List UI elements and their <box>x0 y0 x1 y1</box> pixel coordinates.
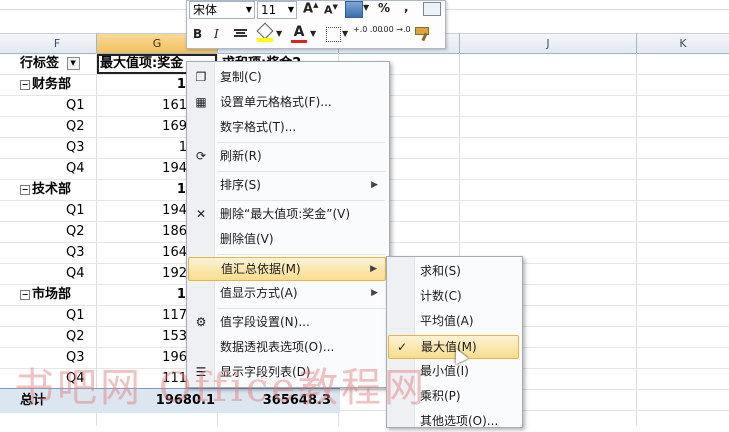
submenu-item[interactable]: 其他选项(O)... <box>388 410 519 432</box>
watermark: 书吧网 Office教程网 <box>14 365 427 411</box>
copy-icon: ❐ <box>195 70 207 84</box>
quarter-g-value[interactable]: 192 <box>97 264 187 284</box>
menu-separator <box>217 254 385 255</box>
quarter-g-value[interactable]: 186 <box>97 222 187 242</box>
field-settings-icon: ⚙ <box>195 315 207 329</box>
quarter-g-value[interactable]: 169 <box>97 117 187 137</box>
fill-color-icon[interactable] <box>256 22 274 42</box>
collapse-icon[interactable]: − <box>20 289 30 300</box>
format-painter-icon[interactable] <box>413 25 433 42</box>
quarter-g-value[interactable]: 194 <box>97 201 187 221</box>
chevron-down-icon[interactable]: ▼ <box>342 29 348 38</box>
shrink-font-button[interactable]: A▼ <box>324 3 338 17</box>
font-name-box[interactable]: 宋体 ▼ <box>189 1 255 19</box>
quarter-label[interactable]: Q4 <box>66 159 85 179</box>
menu-item[interactable]: 值显示方式(A) ▶ <box>188 282 386 304</box>
quarter-label[interactable]: Q3 <box>66 138 85 158</box>
grow-font-button[interactable]: A▲ <box>303 1 318 16</box>
menu-item[interactable]: 排序(S) ▶ <box>188 174 386 196</box>
submenu-arrow-icon: ▶ <box>371 288 378 298</box>
quarter-g-value[interactable]: 117 <box>97 306 187 326</box>
submenu-arrow-icon: ▶ <box>371 180 378 190</box>
filter-dropdown-icon[interactable]: ▼ <box>66 57 80 70</box>
menu-separator <box>217 171 385 172</box>
borders-icon[interactable] <box>326 27 341 42</box>
checkmark-icon: ✓ <box>396 340 408 354</box>
font-color-icon[interactable]: A <box>291 24 307 43</box>
merge-cells-icon[interactable] <box>423 2 441 16</box>
quarter-g-value[interactable]: 153 <box>97 327 187 347</box>
column-header-k[interactable]: K <box>637 34 729 53</box>
menu-item[interactable]: ⚙ 值字段设置(N)... <box>188 311 386 333</box>
row-label-header[interactable]: 行标签 ▼ <box>20 54 96 74</box>
quarter-g-value[interactable]: 164 <box>97 243 187 263</box>
percent-button[interactable]: % <box>378 1 390 15</box>
submenu-item[interactable]: 平均值(A) <box>388 310 519 332</box>
menu-separator <box>217 200 385 201</box>
column-header-j[interactable]: J <box>460 34 637 53</box>
quarter-g-value[interactable]: 161 <box>97 96 187 116</box>
menu-item[interactable]: ⟳ 刷新(R) <box>188 145 386 167</box>
menu-separator <box>217 142 385 143</box>
group-row-label[interactable]: − 市场部 <box>20 285 96 305</box>
format-cells-icon: ▦ <box>195 95 207 109</box>
bold-button[interactable]: B <box>193 27 202 41</box>
quarter-label[interactable]: Q4 <box>66 264 85 284</box>
menu-item[interactable]: ✕ 删除“最大值项:奖金”(V) <box>188 203 386 225</box>
align-center-icon[interactable] <box>234 28 247 38</box>
quarter-g-value[interactable]: 1 <box>97 138 187 158</box>
mini-toolbar: 宋体 ▼ 11 ▼ A▲ A▼ ▼ % , B I ▼ A ▼ ▼ +.0 .00 … <box>186 0 446 49</box>
comma-button[interactable]: , <box>404 0 409 14</box>
menu-item[interactable]: ▦ 设置单元格格式(F)... <box>188 91 386 113</box>
submenu-item[interactable]: 求和(S) <box>388 260 519 282</box>
column-header-f[interactable]: F <box>18 34 97 53</box>
increase-decimal-button[interactable]: +.0 .00 <box>353 26 383 34</box>
accounting-format-icon[interactable] <box>345 1 363 18</box>
decrease-decimal-button[interactable]: .00 →.0 <box>381 26 411 34</box>
quarter-label[interactable]: Q3 <box>66 243 85 263</box>
quarter-label[interactable]: Q2 <box>66 117 85 137</box>
group-row-label[interactable]: − 财务部 <box>20 75 96 95</box>
chevron-down-icon[interactable]: ▼ <box>310 29 316 38</box>
quarter-label[interactable]: Q2 <box>66 327 85 347</box>
quarter-label[interactable]: Q1 <box>66 96 85 116</box>
font-size-box[interactable]: 11 ▼ <box>257 1 297 19</box>
chevron-down-icon[interactable]: ▼ <box>276 29 282 38</box>
menu-item[interactable]: ❐ 复制(C) <box>188 66 386 88</box>
chevron-down-icon: ▼ <box>245 5 252 14</box>
menu-item[interactable]: 删除值(V) <box>188 228 386 250</box>
quarter-label[interactable]: Q2 <box>66 222 85 242</box>
context-menu: ❐ 复制(C) ▦ 设置单元格格式(F)... 数字格式(T)... ⟳ 刷新(R) 排序(S… <box>186 61 390 388</box>
chevron-down-icon: ▼ <box>287 5 294 14</box>
menu-item[interactable]: 数字格式(T)... <box>188 116 386 138</box>
refresh-icon: ⟳ <box>195 149 207 163</box>
submenu-arrow-icon: ▶ <box>370 264 377 274</box>
collapse-icon[interactable]: − <box>20 184 30 195</box>
menu-item[interactable]: 值汇总依据(M) ▶ <box>188 257 386 281</box>
quarter-label[interactable]: Q1 <box>66 306 85 326</box>
quarter-g-value[interactable]: 194 <box>97 159 187 179</box>
delete-icon: ✕ <box>195 207 207 221</box>
group-row-label[interactable]: − 技术部 <box>20 180 96 200</box>
collapse-icon[interactable]: − <box>20 79 30 90</box>
submenu-item[interactable]: 计数(C) <box>388 285 519 307</box>
grid-line <box>636 53 637 426</box>
italic-button[interactable]: I <box>214 27 219 41</box>
quarter-label[interactable]: Q1 <box>66 201 85 221</box>
chevron-down-icon[interactable]: ▼ <box>363 3 369 12</box>
menu-separator <box>217 308 385 309</box>
